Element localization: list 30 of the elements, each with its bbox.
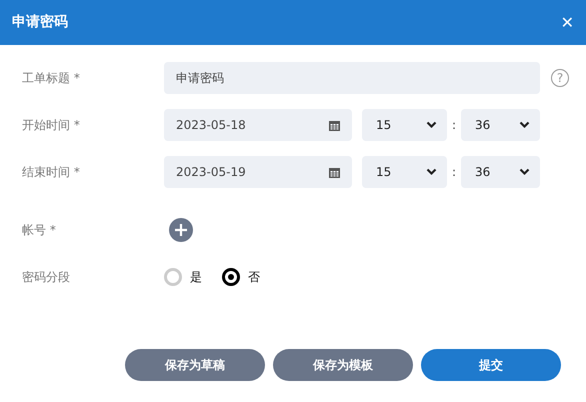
minute-select[interactable]: 36 bbox=[461, 156, 540, 188]
time-separator: : bbox=[450, 164, 458, 181]
save-button[interactable]: 保存为草稿 bbox=[125, 349, 265, 381]
chevron-down-icon bbox=[519, 168, 530, 176]
calendar-icon bbox=[329, 120, 340, 130]
dialog-title: 申请密码 bbox=[12, 12, 68, 32]
hour-select[interactable]: 15 bbox=[362, 156, 447, 188]
field-label: 开始时间 * bbox=[22, 117, 81, 134]
submit-button[interactable]: 提交 bbox=[421, 349, 561, 381]
field-label: 工单标题 * bbox=[22, 70, 81, 87]
radio-label: 是 bbox=[190, 269, 202, 286]
date-field[interactable]: 2023-05-18 bbox=[164, 109, 352, 141]
radio-label: 否 bbox=[248, 269, 260, 286]
chevron-down-icon bbox=[519, 121, 530, 129]
radio-button[interactable] bbox=[222, 268, 240, 286]
time-separator: : bbox=[450, 117, 458, 134]
calendar-icon bbox=[329, 166, 340, 178]
field-label: 密码分段 bbox=[22, 269, 71, 286]
text-field[interactable]: 申请密码 bbox=[164, 62, 540, 94]
plus-icon bbox=[174, 223, 188, 237]
hour-select[interactable]: 15 bbox=[362, 109, 447, 141]
chevron-down-icon bbox=[426, 168, 437, 176]
field-label: 帐号 * bbox=[22, 222, 57, 239]
chevron-down-icon bbox=[426, 121, 437, 129]
minute-select[interactable]: 36 bbox=[461, 109, 540, 141]
field-label: 结束时间 * bbox=[22, 164, 81, 181]
add-button[interactable] bbox=[169, 218, 193, 242]
date-field[interactable]: 2023-05-19 bbox=[164, 156, 352, 188]
save-button[interactable]: 保存为模板 bbox=[273, 349, 413, 381]
close-button[interactable]: ✕ bbox=[560, 14, 574, 30]
